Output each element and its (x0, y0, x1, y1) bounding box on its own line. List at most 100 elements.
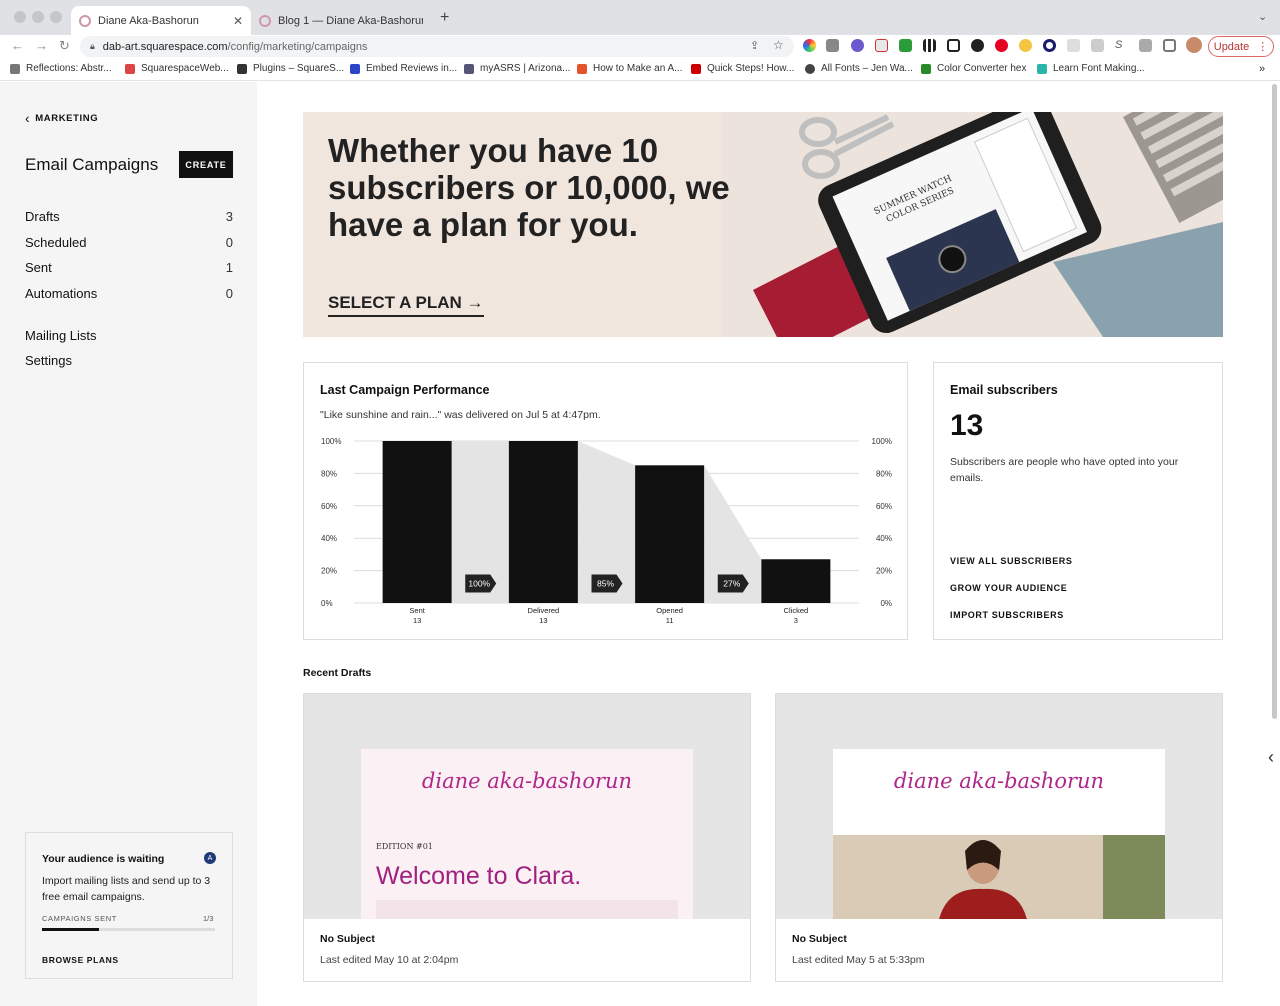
audience-title: Your audience is waiting (42, 853, 165, 865)
banner-headline: Whether you have 10 subscribers or 10,00… (328, 132, 730, 243)
side-panel-icon[interactable] (1163, 39, 1176, 52)
campaigns-sent-count: 1/3 (203, 914, 214, 923)
bookmark-favicon-icon (10, 63, 20, 74)
profile-avatar[interactable] (1186, 37, 1202, 53)
close-window-icon[interactable] (14, 11, 26, 23)
bookmark-item[interactable]: Quick Steps! How... (691, 63, 794, 74)
y-tick-label-right: 20% (876, 567, 892, 576)
sidebar-item-automations[interactable]: Automations 0 (25, 286, 233, 301)
bookmark-item[interactable]: Color Converter hex (921, 63, 1026, 74)
extension-notion-icon[interactable] (947, 39, 960, 52)
bookmark-item[interactable]: All Fonts – Jen Wa... (805, 63, 913, 74)
subscribers-description: Subscribers are people who have opted in… (950, 456, 1179, 484)
bookmark-star-icon[interactable]: ☆ (773, 38, 784, 52)
bookmark-favicon-icon (1037, 63, 1047, 74)
sidebar-item-sent[interactable]: Sent 1 (25, 260, 233, 275)
campaign-funnel-chart: 100% 100% 80% 80% 60% 60% 40% 40% 20% 20% 0% 0% Sent… (321, 437, 892, 625)
tab-search-icon[interactable]: ⌄ (1258, 10, 1267, 23)
extension-grid-icon[interactable] (923, 39, 936, 52)
extension-green-icon[interactable] (899, 39, 912, 52)
bookmark-item[interactable]: Plugins – SquareS... (237, 63, 344, 74)
bookmark-favicon-icon (921, 63, 931, 74)
brand-logo: diane aka-bashorun (421, 769, 633, 793)
sidebar-item-mailing-lists[interactable]: Mailing Lists (25, 328, 233, 343)
url-host: dab-art.squarespace.com (102, 40, 228, 53)
more-bookmarks-button[interactable]: » (1259, 63, 1265, 75)
browser-menu-icon[interactable]: ⋮ (1257, 40, 1268, 53)
extension-emoji-icon[interactable] (1019, 39, 1032, 52)
extension-download-icon[interactable] (1067, 39, 1080, 52)
sidebar-item-label: Settings (25, 353, 72, 368)
import-subscribers-link[interactable]: IMPORT SUBSCRIBERS (950, 610, 1064, 620)
minimize-window-icon[interactable] (32, 11, 44, 23)
bookmark-favicon-icon (350, 63, 360, 74)
bookmark-label: Learn Font Making... (1053, 63, 1145, 74)
email-headline: Welcome to Clara. (376, 862, 582, 890)
page-scrollbar[interactable] (1272, 84, 1277, 719)
chart-bar (635, 465, 705, 603)
chevron-left-icon[interactable]: ‹ (1262, 738, 1280, 776)
chart-bar (382, 441, 452, 603)
close-tab-icon[interactable]: ✕ (233, 14, 243, 28)
extension-search-icon[interactable] (971, 39, 984, 52)
bookmark-item[interactable]: myASRS | Arizona... (464, 63, 570, 74)
extension-calendar-icon[interactable] (875, 39, 888, 52)
back-arrow-icon[interactable]: ← (11, 38, 24, 53)
sidebar-item-count: 1 (225, 260, 233, 275)
sidebar-item-settings[interactable]: Settings (25, 353, 233, 368)
bookmark-item[interactable]: SquarespaceWeb... (125, 63, 229, 74)
sidebar-item-label: Sent (25, 260, 52, 275)
reload-icon[interactable]: ↻ (59, 38, 70, 54)
campaign-performance-card: Last Campaign Performance "Like sunshine… (303, 362, 908, 640)
extension-color-icon[interactable] (803, 39, 816, 52)
grow-audience-link[interactable]: GROW YOUR AUDIENCE (950, 583, 1067, 593)
audience-text: Import mailing lists and send up to 3 fr… (42, 875, 211, 903)
bookmark-item[interactable]: How to Make an A... (577, 63, 683, 74)
extension-card-icon[interactable] (1091, 39, 1104, 52)
extension-grammarly-icon[interactable] (1043, 39, 1056, 52)
share-icon[interactable]: ⇪ (750, 39, 759, 52)
x-value-label: 3 (794, 616, 798, 625)
bookmark-label: SquarespaceWeb... (141, 63, 229, 74)
extension-pinterest-icon[interactable] (995, 39, 1008, 52)
page-title: Email Campaigns (25, 155, 159, 174)
bookmark-item[interactable]: Reflections: Abstr... (10, 63, 112, 74)
select-plan-link[interactable]: SELECT A PLAN → (328, 293, 484, 317)
browser-tab-active[interactable]: Diane Aka-Bashorun ✕ (71, 6, 251, 35)
back-to-marketing-link[interactable]: ‹ MARKETING (25, 110, 98, 126)
lock-icon: 🔒︎ (90, 41, 95, 51)
update-label: Update (1213, 40, 1250, 53)
email-photo (833, 835, 1165, 919)
extension-s-icon[interactable]: S (1115, 39, 1128, 52)
draft-email-preview: diane aka-bashorun EDITION #01 Welcome t… (361, 749, 693, 919)
create-button[interactable]: CREATE (179, 151, 233, 178)
bookmark-item[interactable]: Embed Reviews in... (350, 63, 457, 74)
draft-card[interactable]: diane aka-bashorun No Subject Last edite… (775, 693, 1223, 982)
sidebar-item-scheduled[interactable]: Scheduled 0 (25, 235, 233, 250)
address-bar[interactable]: 🔒︎ dab-art.squarespace.com/config/market… (80, 36, 794, 57)
extension-camera-icon[interactable] (826, 39, 839, 52)
sidebar-item-drafts[interactable]: Drafts 3 (25, 209, 233, 224)
view-all-subscribers-link[interactable]: VIEW ALL SUBSCRIBERS (950, 556, 1073, 566)
site-favicon-icon (259, 14, 271, 27)
zoom-window-icon[interactable] (50, 11, 62, 23)
extension-gear-icon[interactable] (851, 39, 864, 52)
email-photo (376, 900, 678, 919)
bookmark-item[interactable]: Learn Font Making... (1037, 63, 1145, 74)
browser-tab[interactable]: Blog 1 — Diane Aka-Bashorun (251, 6, 431, 35)
marketing-sidebar: ‹ MARKETING Email Campaigns CREATE Draft… (0, 82, 257, 1006)
y-tick-label-right: 40% (876, 534, 892, 543)
new-tab-button[interactable]: + (440, 9, 449, 27)
bookmark-label: All Fonts – Jen Wa... (821, 63, 913, 74)
update-button[interactable]: Update ⋮ (1208, 36, 1274, 57)
x-value-label: 11 (666, 616, 674, 625)
bookmark-label: How to Make an A... (593, 63, 683, 74)
draft-title: No Subject (320, 933, 375, 945)
conversion-rate-label: 27% (723, 579, 740, 589)
recent-drafts-heading: Recent Drafts (303, 667, 372, 679)
forward-arrow-icon[interactable]: → (35, 38, 48, 53)
browse-plans-link[interactable]: BROWSE PLANS (42, 955, 119, 965)
draft-card[interactable]: diane aka-bashorun EDITION #01 Welcome t… (303, 693, 751, 982)
sidebar-item-count: 3 (225, 209, 233, 224)
extensions-puzzle-icon[interactable] (1139, 39, 1152, 52)
